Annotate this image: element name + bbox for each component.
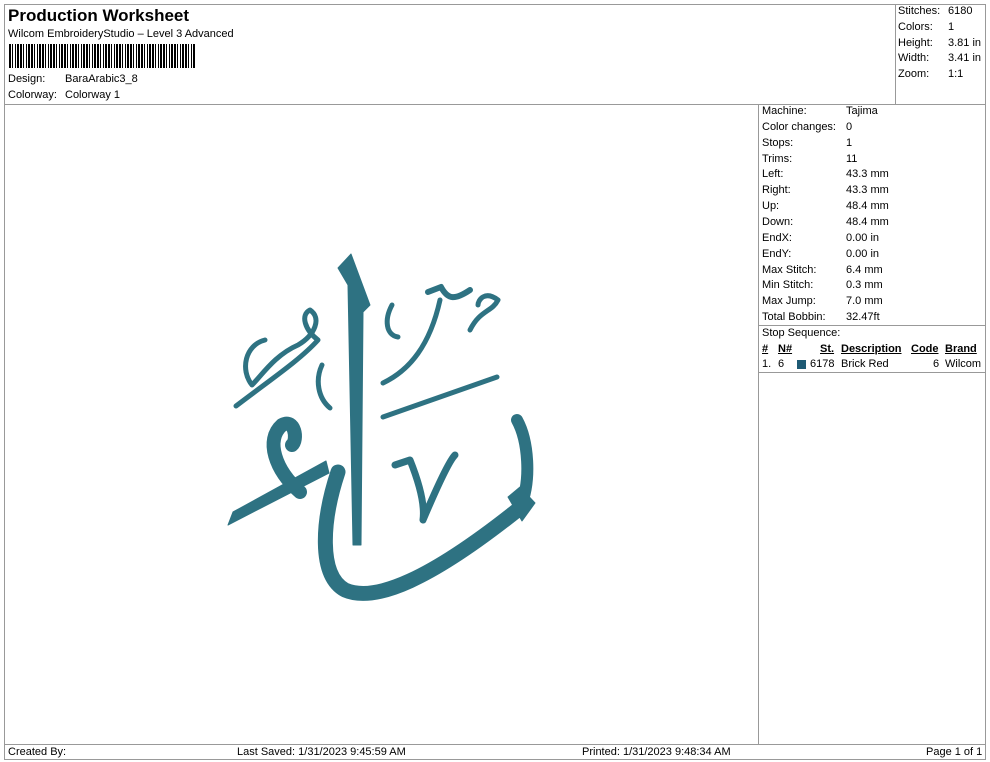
raa-stroke: [380, 297, 443, 386]
haa-loop: [233, 307, 321, 409]
small-mark-1: [384, 302, 401, 340]
printed-date: Printed: 1/31/2023 9:48:34 AM: [582, 746, 731, 758]
lower-mid-stroke: [391, 451, 459, 524]
embroidery-design: [227, 253, 536, 601]
last-saved: Last Saved: 1/31/2023 9:45:59 AM: [237, 746, 406, 758]
hook-right: [467, 293, 501, 333]
diagonal-stroke: [380, 374, 500, 420]
production-worksheet: Production Worksheet Wilcom EmbroiderySt…: [0, 0, 990, 762]
hook-top: [425, 284, 473, 301]
small-mark-2: [315, 362, 333, 411]
created-by: Created By:: [8, 746, 67, 758]
alif-stroke: [337, 253, 371, 546]
page-number: Page 1 of 1: [926, 746, 983, 758]
